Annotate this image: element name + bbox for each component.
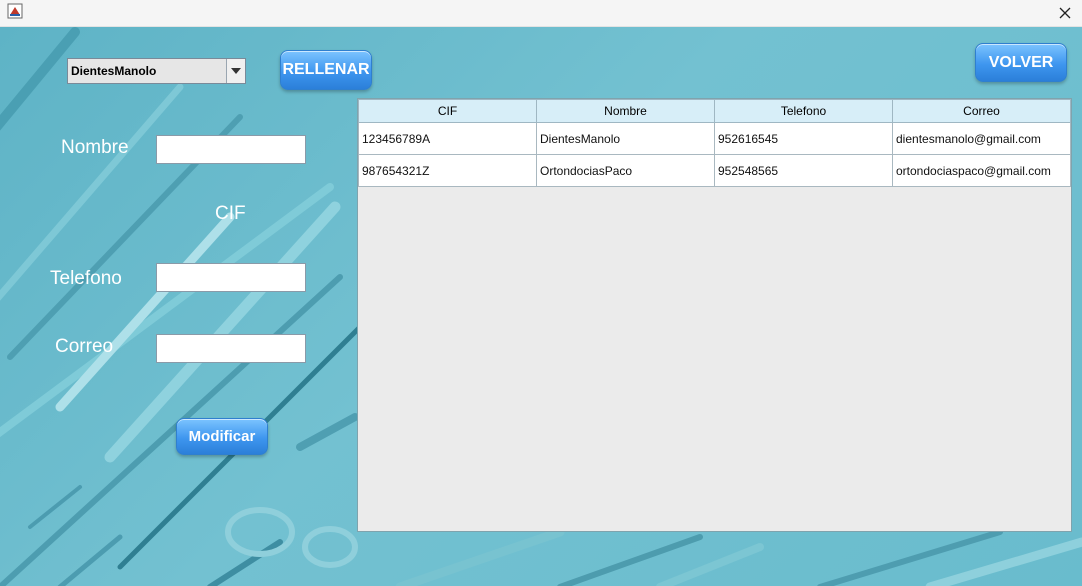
correo-label: Correo <box>55 336 114 357</box>
table-cell[interactable]: dientesmanolo@gmail.com <box>892 122 1071 155</box>
clinic-selector-dropdown[interactable]: DientesManolo <box>67 58 246 84</box>
main-panel: DientesManolo RELLENAR VOLVER Nombre CIF… <box>0 27 1082 586</box>
table-cell[interactable]: ortondociaspaco@gmail.com <box>892 154 1071 187</box>
column-header-nombre[interactable]: Nombre <box>536 99 715 123</box>
table-cell[interactable]: 952548565 <box>714 154 893 187</box>
table-cell[interactable]: 987654321Z <box>358 154 537 187</box>
table-cell[interactable]: DientesManolo <box>536 122 715 155</box>
chevron-down-icon <box>231 68 241 74</box>
table-cell[interactable]: OrtondociasPaco <box>536 154 715 187</box>
title-bar <box>0 0 1082 27</box>
telefono-label: Telefono <box>50 268 122 289</box>
rellenar-button[interactable]: RELLENAR <box>280 50 372 90</box>
telefono-field[interactable] <box>156 263 306 292</box>
table-row[interactable]: 123456789A DientesManolo 952616545 dient… <box>358 122 1071 155</box>
java-app-icon <box>7 3 23 19</box>
dropdown-arrow-button[interactable] <box>226 59 245 83</box>
table-cell[interactable]: 123456789A <box>358 122 537 155</box>
modificar-button[interactable]: Modificar <box>176 418 268 455</box>
clinics-table: CIF Nombre Telefono Correo 123456789A Di… <box>357 98 1072 532</box>
close-icon <box>1059 7 1071 19</box>
nombre-field[interactable] <box>156 135 306 164</box>
table-cell[interactable]: 952616545 <box>714 122 893 155</box>
nombre-label: Nombre <box>61 137 129 158</box>
close-button[interactable] <box>1048 0 1082 26</box>
column-header-telefono[interactable]: Telefono <box>714 99 893 123</box>
column-header-correo[interactable]: Correo <box>892 99 1071 123</box>
correo-field[interactable] <box>156 334 306 363</box>
column-header-cif[interactable]: CIF <box>358 99 537 123</box>
table-header-row: CIF Nombre Telefono Correo <box>358 99 1071 123</box>
cif-label: CIF <box>215 203 246 224</box>
volver-button[interactable]: VOLVER <box>975 43 1067 82</box>
dropdown-selected-value: DientesManolo <box>71 64 157 78</box>
table-row[interactable]: 987654321Z OrtondociasPaco 952548565 ort… <box>358 154 1071 187</box>
